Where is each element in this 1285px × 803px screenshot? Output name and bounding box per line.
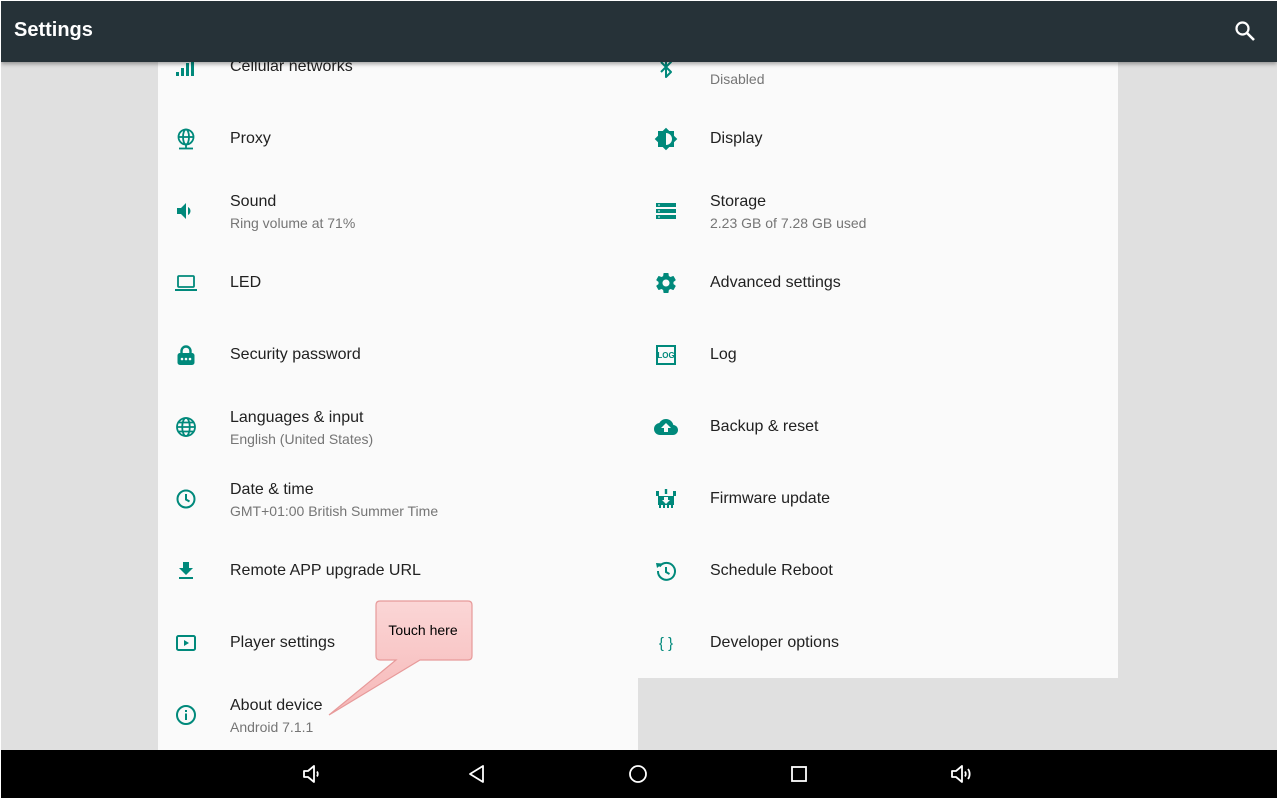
back-icon[interactable]: [465, 762, 489, 786]
volume-up-icon[interactable]: [949, 762, 973, 786]
callout-text: Touch here: [388, 622, 458, 638]
settings-item-advanced-settings[interactable]: Advanced settings: [638, 247, 1118, 319]
storage-icon: [656, 203, 676, 219]
settings-item-subtitle: Disabled: [710, 71, 765, 87]
gear-icon: [656, 273, 676, 293]
settings-item-title: Sound: [230, 193, 277, 210]
settings-item-firmware-update[interactable]: Firmware update: [638, 463, 1118, 535]
settings-item-subtitle: 2.23 GB of 7.28 GB used: [710, 215, 867, 231]
restore-icon: [656, 561, 676, 581]
settings-item-subtitle: Android 7.1.1: [230, 719, 314, 735]
settings-item-remote-app-upgrade-url[interactable]: Remote APP upgrade URL: [158, 535, 638, 607]
settings-item-sound[interactable]: Sound Ring volume at 71%: [158, 175, 638, 247]
settings-item-backup-reset[interactable]: Backup & reset: [638, 391, 1118, 463]
settings-item-date-time[interactable]: Date & time GMT+01:00 British Summer Tim…: [158, 463, 638, 535]
settings-item-title: Player settings: [230, 634, 335, 651]
settings-item-title: Firmware update: [710, 490, 831, 507]
settings-item-languages-input[interactable]: Languages & input English (United States…: [158, 391, 638, 463]
settings-item-title: Languages & input: [230, 409, 364, 426]
home-icon[interactable]: [626, 762, 650, 786]
log-icon: LOG: [656, 345, 676, 365]
settings-item-player-settings[interactable]: Player settings: [158, 607, 638, 679]
settings-item-log[interactable]: LOG Log: [638, 319, 1118, 391]
settings-item-title: About device: [230, 697, 323, 714]
settings-item-title: Remote APP upgrade URL: [230, 562, 421, 579]
page-title: Settings: [14, 19, 93, 41]
settings-item-subtitle: English (United States): [230, 431, 374, 447]
navigation-bar: [1, 750, 1277, 798]
brightness-icon: [654, 127, 678, 151]
settings-screen: Cellular networks Proxy Sound Ring volum…: [1, 1, 1277, 798]
clock-icon: [176, 489, 196, 509]
recents-icon[interactable]: [787, 762, 811, 786]
settings-item-led[interactable]: LED: [158, 247, 638, 319]
settings-item-title: Date & time: [230, 481, 314, 498]
info-icon: [176, 705, 196, 725]
settings-item-display[interactable]: Display: [638, 103, 1118, 175]
settings-item-schedule-reboot[interactable]: Schedule Reboot: [638, 535, 1118, 607]
settings-item-about-device[interactable]: About device Android 7.1.1: [158, 679, 638, 751]
settings-item-title: Advanced settings: [710, 274, 841, 291]
download-icon: [179, 562, 193, 579]
settings-item-title: Proxy: [230, 130, 271, 147]
braces-icon: { }: [659, 635, 673, 652]
play-icon: [176, 635, 196, 651]
globe-icon: [176, 417, 196, 437]
settings-item-storage[interactable]: Storage 2.23 GB of 7.28 GB used: [638, 175, 1118, 247]
braces-icon-text: { }: [659, 635, 673, 652]
cloud-upload-icon: [654, 419, 678, 435]
lock-icon: [177, 345, 195, 365]
settings-item-title: Developer options: [710, 634, 839, 651]
laptop-icon: [175, 275, 197, 291]
settings-item-developer-options[interactable]: { } Developer options: [638, 607, 1118, 679]
search-icon[interactable]: [1233, 19, 1257, 43]
firmware-icon: [656, 489, 676, 508]
settings-item-title: Backup & reset: [710, 418, 819, 435]
settings-list-right: Disabled Display Storage 2.23 GB of 7.28…: [638, 56, 1118, 679]
settings-item-proxy[interactable]: Proxy: [158, 103, 638, 175]
settings-item-title: Storage: [710, 193, 767, 210]
settings-item-title: Log: [710, 346, 737, 363]
settings-item-security-password[interactable]: Security password: [158, 319, 638, 391]
settings-item-title: Security password: [230, 346, 361, 363]
log-icon-text: LOG: [657, 351, 674, 360]
globe-network-icon: [177, 128, 195, 150]
volume-icon: [177, 203, 191, 219]
volume-down-icon[interactable]: [300, 762, 324, 786]
settings-item-subtitle: Ring volume at 71%: [230, 215, 356, 231]
settings-list-left: Cellular networks Proxy Sound Ring volum…: [158, 58, 638, 751]
app-bar: Settings: [1, 1, 1277, 62]
settings-item-title: Schedule Reboot: [710, 562, 833, 579]
settings-item-title: Display: [710, 130, 763, 147]
settings-item-subtitle: GMT+01:00 British Summer Time: [230, 503, 439, 519]
settings-item-title: LED: [230, 274, 262, 291]
